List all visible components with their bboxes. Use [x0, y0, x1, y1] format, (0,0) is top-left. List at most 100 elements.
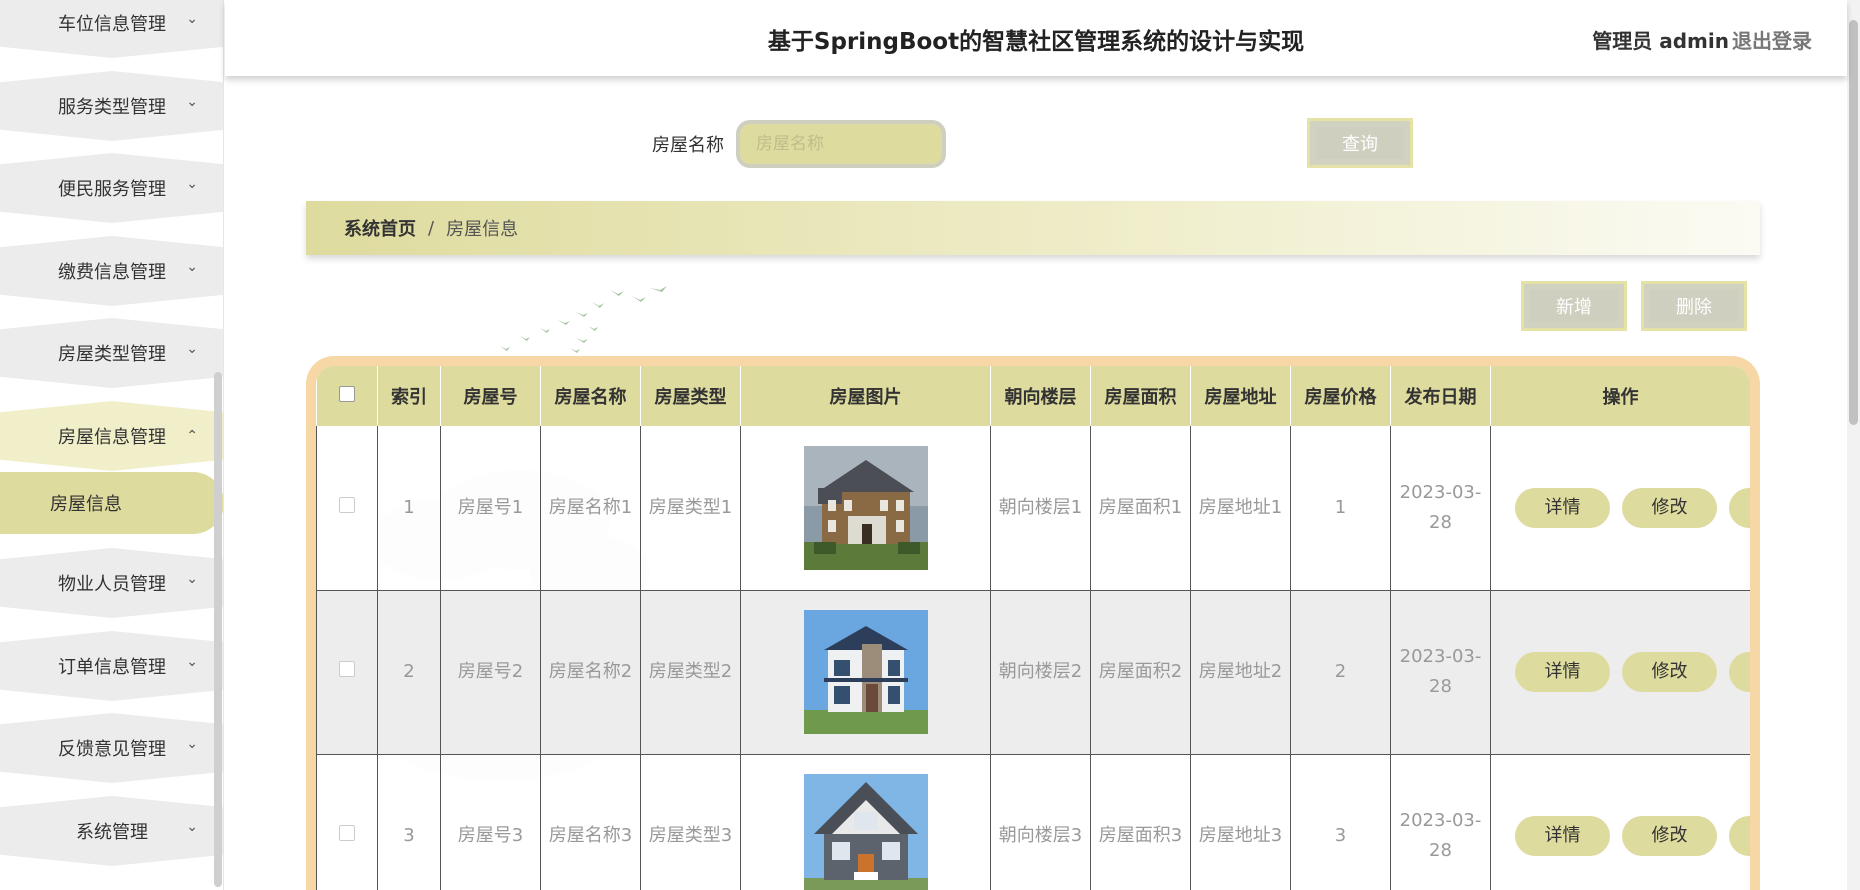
cell-house-type: 房屋类型2: [640, 590, 741, 755]
table-row: 3 房屋号3 房屋名称3 房屋类型3 朝向楼层3 房屋面积3 房屋地址3 3 2…: [316, 754, 1750, 890]
table-row: 1 房屋号1 房屋名称1 房屋类型1 朝向楼层1 房屋面积1 房屋地址1 1 2…: [316, 426, 1750, 591]
breadcrumb: 系统首页 / 房屋信息: [306, 201, 1760, 255]
cell-orientation-floor: 朝向楼层2: [990, 590, 1091, 755]
column-header: 房屋价格: [1290, 366, 1391, 426]
cell-operations: 详情 修改: [1490, 754, 1750, 890]
sidebar-scrollbar[interactable]: [214, 372, 222, 887]
cell-index: 1: [377, 426, 441, 591]
chevron-down-icon: ⌄: [186, 176, 198, 192]
cell-index: 3: [377, 754, 441, 890]
cell-house-address: 房屋地址2: [1190, 590, 1291, 755]
sidebar-item-label: 便民服务管理: [58, 179, 166, 200]
page-scrollbar-thumb[interactable]: [1849, 20, 1858, 425]
sidebar-item-orders[interactable]: 订单信息管理 ⌄: [0, 631, 223, 701]
sidebar-item-label: 服务类型管理: [58, 97, 166, 118]
cell-house-area: 房屋面积2: [1090, 590, 1191, 755]
sidebar-item-label: 物业人员管理: [58, 574, 166, 595]
add-button[interactable]: 新增: [1521, 281, 1627, 331]
edit-button[interactable]: 修改: [1622, 816, 1717, 856]
delete-button[interactable]: 删除: [1641, 281, 1747, 331]
chevron-down-icon: ⌄: [186, 654, 198, 670]
cell-orientation-floor: 朝向楼层1: [990, 426, 1091, 591]
sidebar-item-staff[interactable]: 物业人员管理 ⌄: [0, 548, 223, 618]
sidebar-item-label: 车位信息管理: [58, 14, 166, 35]
cell-house-area: 房屋面积1: [1090, 426, 1191, 591]
cell-operations: 详情 修改: [1490, 590, 1750, 755]
sidebar-subitem-house-info[interactable]: 房屋信息: [0, 472, 223, 534]
edit-button[interactable]: 修改: [1622, 652, 1717, 692]
house-photo-gable[interactable]: [803, 774, 928, 890]
sidebar-item-parking[interactable]: 车位信息管理 ⌄: [0, 0, 223, 58]
breadcrumb-home[interactable]: 系统首页: [344, 215, 416, 241]
detail-button[interactable]: 详情: [1515, 652, 1610, 692]
cell-house-name: 房屋名称2: [540, 590, 641, 755]
sidebar-item-label: 缴费信息管理: [58, 262, 166, 283]
column-header: 房屋地址: [1190, 366, 1291, 426]
edit-button[interactable]: 修改: [1622, 487, 1717, 528]
more-action-button[interactable]: [1729, 652, 1750, 692]
row-select-cell: [316, 590, 378, 755]
house-photo-colonial[interactable]: [803, 445, 928, 570]
select-all-checkbox[interactable]: [338, 385, 355, 402]
house-photo-villa[interactable]: [803, 610, 928, 734]
cell-house-price: 2: [1290, 590, 1391, 755]
cell-house-name: 房屋名称1: [540, 426, 641, 591]
breadcrumb-separator: /: [428, 217, 435, 239]
table-row: 2 房屋号2 房屋名称2 房屋类型2 朝向楼层2 房屋面积2 房屋地址2 2 2…: [316, 590, 1750, 755]
select-all-cell: [316, 366, 378, 426]
chevron-down-icon: ⌄: [186, 341, 198, 357]
chevron-down-icon: ⌄: [186, 259, 198, 275]
chevron-down-icon: ⌄: [186, 819, 198, 835]
detail-button[interactable]: 详情: [1515, 487, 1610, 528]
chevron-down-icon: ⌄: [186, 736, 198, 752]
query-button[interactable]: 查询: [1307, 118, 1413, 168]
column-header: 房屋号: [440, 366, 541, 426]
logout-link[interactable]: 退出登录: [1732, 25, 1812, 54]
sidebar-item-label: 房屋类型管理: [58, 344, 166, 365]
detail-button[interactable]: 详情: [1515, 816, 1610, 856]
sidebar-item-convenience[interactable]: 便民服务管理 ⌄: [0, 153, 223, 223]
house-name-search-input[interactable]: [736, 120, 946, 168]
column-header: 发布日期: [1390, 366, 1491, 426]
more-action-button[interactable]: [1729, 816, 1750, 856]
sidebar: 车位信息管理 ⌄ 服务类型管理 ⌄ 便民服务管理 ⌄ 缴费信息管理 ⌄ 房屋类型管理 ⌄ …: [0, 0, 224, 890]
breadcrumb-current: 房屋信息: [446, 219, 519, 240]
cell-operations: 详情 修改: [1490, 426, 1750, 591]
sidebar-item-house-types[interactable]: 房屋类型管理 ⌄: [0, 318, 223, 388]
chevron-up-icon: ⌃: [186, 428, 198, 444]
column-header: 索引: [377, 366, 441, 426]
column-header: 房屋类型: [640, 366, 741, 426]
sidebar-item-label: 订单信息管理: [58, 657, 166, 678]
column-header: 操作: [1490, 366, 1750, 426]
row-checkbox[interactable]: [339, 661, 355, 677]
cell-house-number: 房屋号3: [440, 754, 541, 890]
chevron-down-icon: ⌄: [186, 571, 198, 587]
cell-house-image: [740, 426, 991, 591]
row-checkbox[interactable]: [339, 825, 355, 841]
cell-house-type: 房屋类型3: [640, 754, 741, 890]
sidebar-item-label: 反馈意见管理: [58, 739, 166, 760]
sidebar-item-service-types[interactable]: 服务类型管理 ⌄: [0, 71, 223, 141]
cell-orientation-floor: 朝向楼层3: [990, 754, 1091, 890]
cell-house-price: 3: [1290, 754, 1391, 890]
cell-house-area: 房屋面积3: [1090, 754, 1191, 890]
cell-house-name: 房屋名称3: [540, 754, 641, 890]
chevron-down-icon: ⌄: [186, 11, 198, 27]
add-button-label: 新增: [1530, 290, 1618, 322]
page-scrollbar[interactable]: [1847, 0, 1860, 890]
sidebar-item-system[interactable]: 系统管理 ⌄: [0, 796, 223, 866]
cell-house-price: 1: [1290, 426, 1391, 591]
sidebar-item-feedback[interactable]: 反馈意见管理 ⌄: [0, 713, 223, 783]
row-select-cell: [316, 754, 378, 890]
more-action-button[interactable]: [1729, 487, 1750, 528]
top-header: 基于SpringBoot的智慧社区管理系统的设计与实现 管理员 admin 退出…: [225, 0, 1847, 76]
sidebar-item-payments[interactable]: 缴费信息管理 ⌄: [0, 236, 223, 306]
row-select-cell: [316, 426, 378, 591]
row-checkbox[interactable]: [339, 496, 355, 513]
query-button-label: 查询: [1316, 127, 1404, 159]
sidebar-item-house-info[interactable]: 房屋信息管理 ⌃: [0, 401, 223, 471]
cell-publish-date: 2023-03-28: [1390, 426, 1491, 591]
chevron-down-icon: ⌄: [186, 94, 198, 110]
cell-publish-date: 2023-03-28: [1390, 754, 1491, 890]
cell-house-address: 房屋地址1: [1190, 426, 1291, 591]
